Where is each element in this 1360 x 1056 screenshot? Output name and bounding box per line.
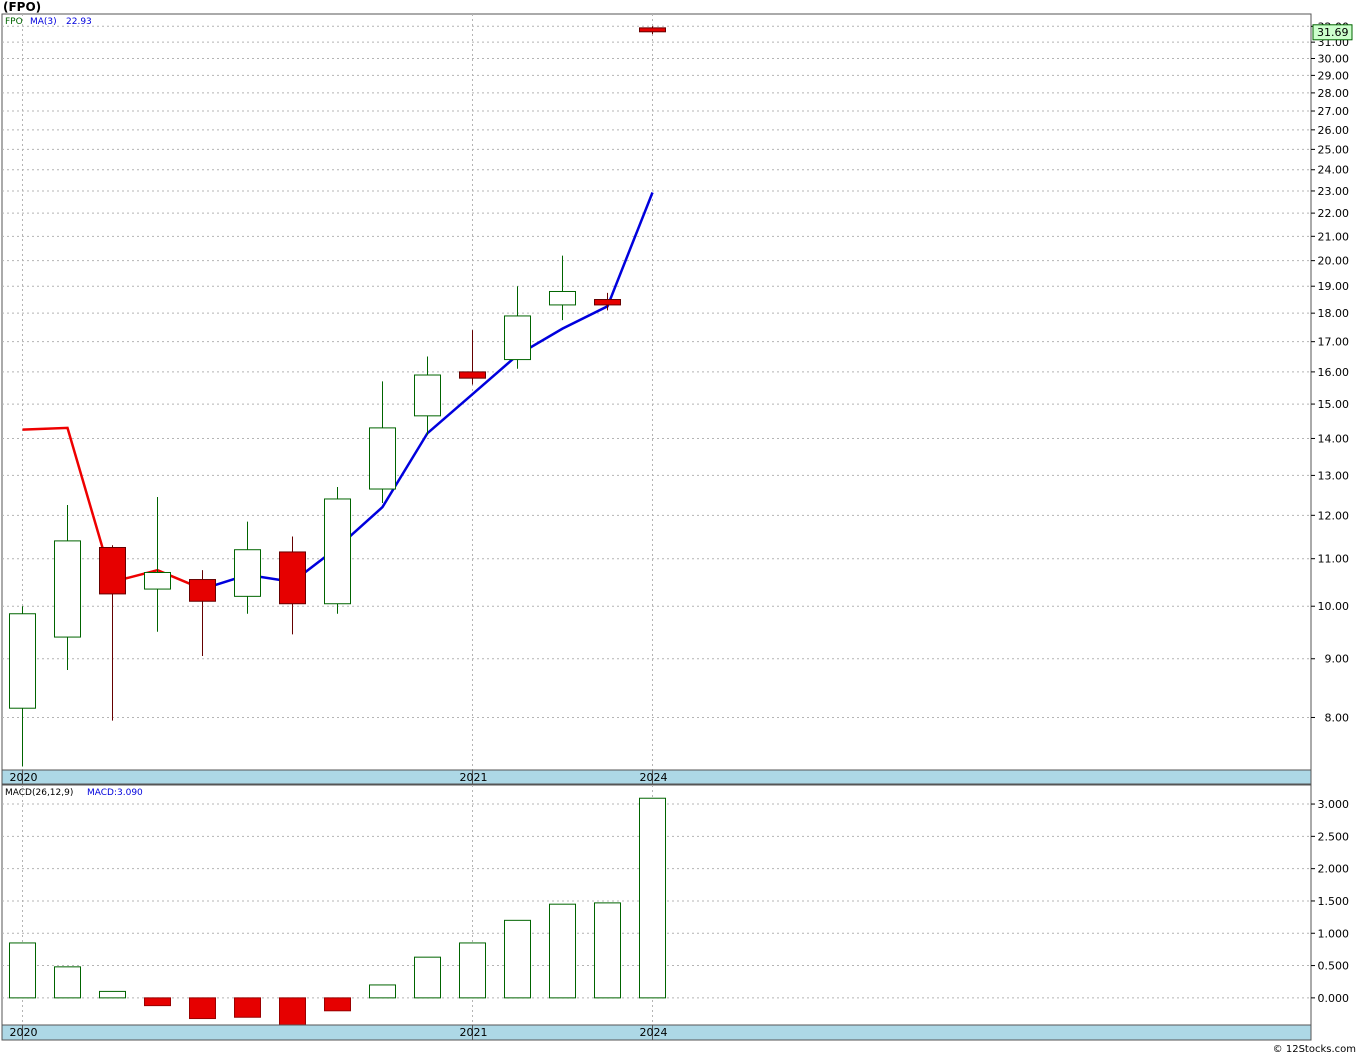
macd-tick-label: 1.000: [1318, 927, 1350, 940]
candle-body: [639, 27, 666, 33]
chart-title: (FPO): [3, 0, 41, 14]
x-axis-label: 2024: [640, 1026, 668, 1039]
macd-bar: [99, 990, 126, 999]
price-y-axis: 32.0031.0030.0029.0028.0027.0026.0025.00…: [1311, 20, 1349, 724]
macd-bar: [369, 984, 396, 999]
candle-body: [549, 290, 576, 306]
price-tick-label: 23.00: [1318, 185, 1350, 198]
candle-body: [459, 371, 486, 379]
candle-body: [594, 299, 621, 306]
legend-symbol: FPO: [5, 17, 23, 27]
candle-body: [144, 571, 171, 590]
price-tick-label: 21.00: [1318, 230, 1350, 243]
macd-legend-params: MACD(26,12,9): [5, 788, 73, 798]
price-tick-label: 13.00: [1318, 469, 1350, 482]
price-tick-label: 28.00: [1318, 87, 1350, 100]
price-tick-label: 9.00: [1325, 653, 1350, 666]
price-tick-label: 17.00: [1318, 336, 1350, 349]
macd-tick-label: 0.000: [1318, 992, 1350, 1005]
price-tick-label: 16.00: [1318, 366, 1350, 379]
macd-y-axis: 3.000 2.500 2.000 1.500 1.000 0.500 0.000: [1311, 798, 1349, 1005]
candle-body: [369, 427, 396, 490]
legend-ma-value: 22.93: [66, 17, 92, 27]
macd-bar: [549, 903, 576, 999]
price-tick-label: 27.00: [1318, 105, 1350, 118]
candle-body: [9, 613, 36, 709]
macd-bar: [279, 997, 306, 1026]
candle-body: [279, 551, 306, 605]
candle-body: [324, 498, 351, 605]
price-tick-label: 12.00: [1318, 509, 1350, 522]
candle-body: [189, 579, 216, 602]
macd-tick-label: 1.500: [1318, 895, 1350, 908]
macd-tick-label: 2.500: [1318, 830, 1350, 843]
macd-bar: [639, 797, 666, 999]
candle-body: [234, 549, 261, 597]
stock-chart: (FPO) 32.0031.0030.0029.0028.0027.0026.0…: [1, 0, 1356, 1055]
legend-ma-label: MA(3): [30, 17, 57, 27]
macd-bar: [324, 997, 351, 1012]
price-tick-label: 19.00: [1318, 280, 1350, 293]
macd-bar: [594, 902, 621, 999]
macd-bar: [9, 942, 36, 999]
macd-bar: [504, 919, 531, 999]
x-axis-label: 2021: [460, 771, 488, 784]
candle: [324, 487, 351, 614]
candle-body: [54, 540, 81, 638]
macd-tick-label: 2.000: [1318, 863, 1350, 876]
x-axis-label: 2020: [10, 771, 38, 784]
price-tick-label: 11.00: [1318, 553, 1350, 566]
candle-body: [99, 546, 126, 595]
macd-legend-value: MACD:3.090: [87, 788, 143, 798]
macd-tick-label: 3.000: [1318, 798, 1350, 811]
candle-body: [414, 374, 441, 417]
site-credit: © 12Stocks.com: [1273, 1044, 1356, 1055]
price-tick-label: 10.00: [1318, 600, 1350, 613]
price-tick-label: 22.00: [1318, 207, 1350, 220]
price-tick-label: 25.00: [1318, 143, 1350, 156]
price-tick-label: 30.00: [1318, 52, 1350, 65]
x-axis-label: 2021: [460, 1026, 488, 1039]
price-tick-label: 24.00: [1318, 164, 1350, 177]
price-tick-label: 29.00: [1318, 69, 1350, 82]
candle-body: [504, 315, 531, 361]
price-tick-label: 14.00: [1318, 432, 1350, 445]
price-tick-label: 8.00: [1325, 711, 1350, 724]
last-price-value: 31.69: [1317, 26, 1349, 39]
macd-tick-label: 0.500: [1318, 960, 1350, 973]
price-tick-label: 20.00: [1318, 255, 1350, 268]
macd-bar: [234, 997, 261, 1018]
macd-bar: [414, 956, 441, 999]
x-axis-label: 2020: [10, 1026, 38, 1039]
price-tick-label: 18.00: [1318, 307, 1350, 320]
price-tick-label: 26.00: [1318, 124, 1350, 137]
macd-bar: [459, 942, 486, 999]
macd-bar: [144, 997, 171, 1007]
macd-bar: [189, 997, 216, 1020]
price-tick-label: 15.00: [1318, 398, 1350, 411]
x-axis-label: 2024: [640, 771, 668, 784]
macd-bar: [54, 966, 81, 999]
